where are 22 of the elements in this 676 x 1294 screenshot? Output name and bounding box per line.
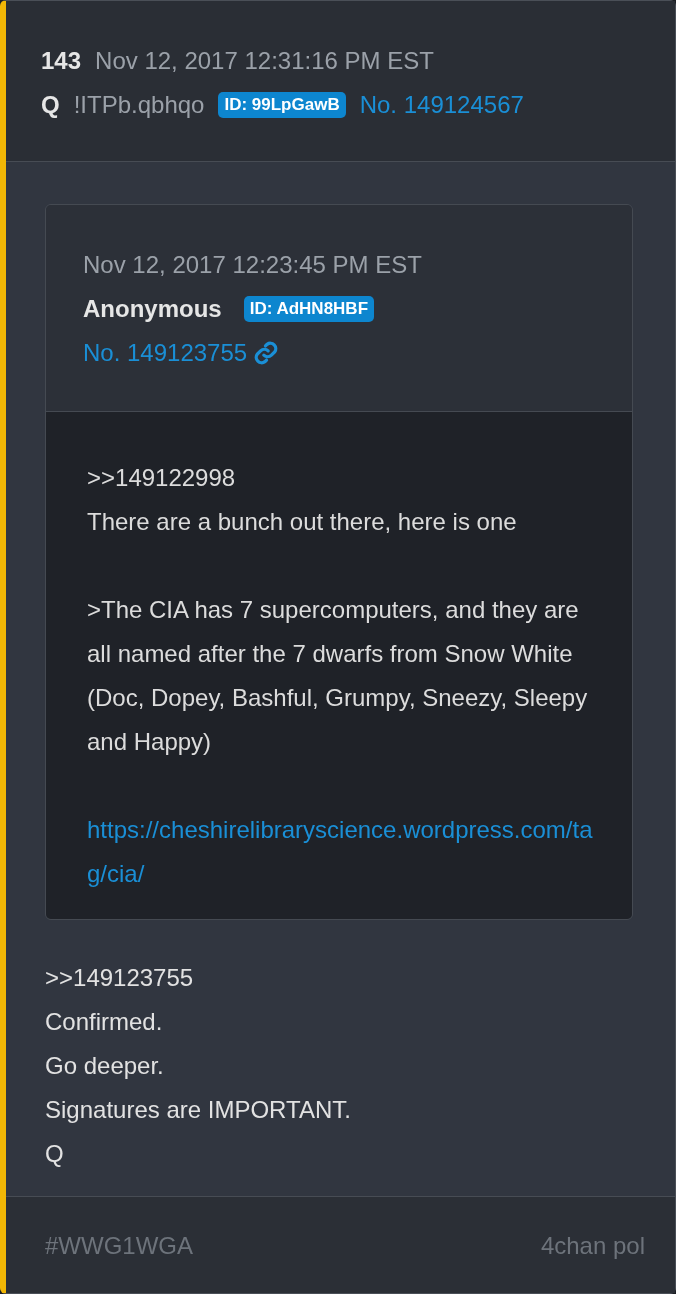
hashtag: #WWG1WGA xyxy=(45,1231,193,1261)
url-link[interactable]: https://cheshirelibraryscience.wordpress.com/tag/cia/ xyxy=(87,808,595,896)
post-text: There are a bunch out there, here is one xyxy=(87,507,518,537)
reply-line: Q xyxy=(45,1139,64,1169)
reply-line: Go deeper. xyxy=(45,1051,164,1081)
id-badge: ID: 99LpGawB xyxy=(218,92,346,118)
post-text: >The CIA has 7 supercomputers, and they are all named after the 7 dwarfs from Snow White (Doc, Dopey, Bashful, Grumpy, Sneezy, Sleepy and Happy) xyxy=(87,595,589,757)
tripcode: !ITPb.qbhqo xyxy=(73,90,205,120)
post-number-link[interactable]: No. 149124567 xyxy=(359,83,524,127)
post-date: Nov 12, 2017 12:23:45 PM EST xyxy=(83,250,422,280)
author-name: Q xyxy=(41,90,60,120)
reply-line: >>149123755 xyxy=(45,963,194,993)
source-label: 4chan pol xyxy=(540,1231,645,1261)
post-date: Nov 12, 2017 12:31:16 PM EST xyxy=(95,46,434,76)
post-number: 143 xyxy=(41,46,82,76)
reply-line: Confirmed. xyxy=(45,1007,163,1037)
post-number-link[interactable]: No. 149123755 xyxy=(83,331,248,375)
reply-line: Signatures are IMPORTANT. xyxy=(45,1095,351,1125)
id-badge: ID: AdHN8HBF xyxy=(243,296,375,322)
link-icon[interactable] xyxy=(253,340,280,366)
post-text: >>149122998 xyxy=(87,463,237,493)
author-name: Anonymous xyxy=(83,294,222,324)
